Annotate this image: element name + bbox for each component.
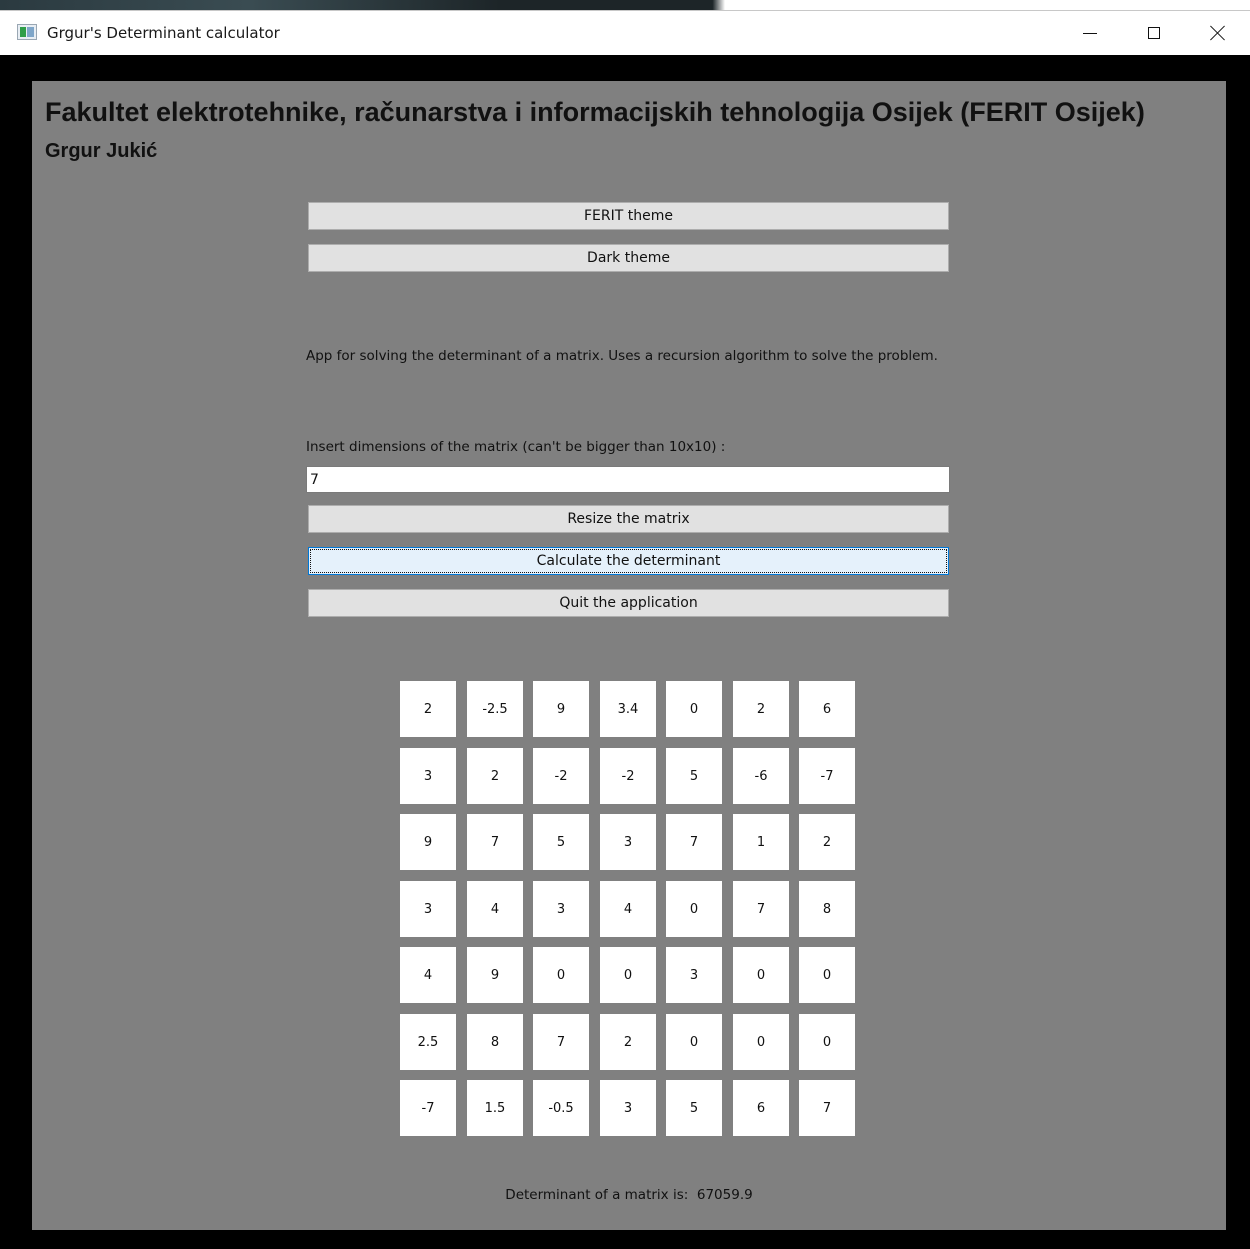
dimensions-input[interactable] [306, 466, 950, 493]
matrix-cell[interactable]: -7 [799, 748, 855, 804]
minimize-button[interactable] [1058, 11, 1122, 55]
matrix-cell[interactable]: 4 [600, 881, 656, 937]
matrix-cell[interactable]: 2 [600, 1014, 656, 1070]
matrix-cell[interactable]: 3 [400, 748, 456, 804]
matrix-cell[interactable]: 7 [733, 881, 789, 937]
result-label: Determinant of a matrix is: [505, 1187, 689, 1203]
matrix-cell[interactable]: 2.5 [400, 1014, 456, 1070]
window-title: Grgur's Determinant calculator [47, 24, 280, 42]
result-value: 67059.9 [696, 1187, 753, 1203]
matrix-cell[interactable]: 3 [400, 881, 456, 937]
maximize-icon [1148, 27, 1160, 39]
matrix-cell[interactable]: 7 [533, 1014, 589, 1070]
maximize-button[interactable] [1122, 11, 1186, 55]
matrix-cell[interactable]: 0 [533, 947, 589, 1003]
matrix-cell[interactable]: 3 [600, 814, 656, 870]
minimize-icon [1083, 32, 1097, 34]
desktop-strip [0, 0, 1250, 10]
matrix-cell[interactable]: 0 [799, 1014, 855, 1070]
matrix-cell[interactable]: 2 [733, 681, 789, 737]
client-area: Fakultet elektrotehnike, računarstva i i… [32, 81, 1226, 1230]
matrix-cell[interactable]: 5 [533, 814, 589, 870]
close-button[interactable] [1186, 11, 1250, 55]
page-title: Fakultet elektrotehnike, računarstva i i… [45, 97, 1145, 127]
matrix-cell[interactable]: -7 [400, 1080, 456, 1136]
matrix-cell[interactable]: 8 [467, 1014, 523, 1070]
matrix-cell[interactable]: 5 [666, 748, 722, 804]
matrix-cell[interactable]: 9 [400, 814, 456, 870]
determinant-result: Determinant of a matrix is: 67059.9 [32, 1186, 1226, 1204]
matrix-cell[interactable]: 3 [666, 947, 722, 1003]
title-bar[interactable]: Grgur's Determinant calculator [0, 10, 1250, 55]
matrix-cell[interactable]: 8 [799, 881, 855, 937]
matrix-cell[interactable]: 7 [467, 814, 523, 870]
matrix-cell[interactable]: 0 [666, 1014, 722, 1070]
resize-matrix-button[interactable]: Resize the matrix [308, 505, 949, 533]
app-icon [17, 24, 37, 40]
matrix-cell[interactable]: 3.4 [600, 681, 656, 737]
matrix-cell[interactable]: -0.5 [533, 1080, 589, 1136]
matrix-cell[interactable]: -2.5 [467, 681, 523, 737]
author-name: Grgur Jukić [45, 140, 158, 162]
matrix-cell[interactable]: 2 [799, 814, 855, 870]
close-icon [1210, 25, 1226, 41]
calculate-determinant-button[interactable]: Calculate the determinant [308, 547, 949, 575]
app-window: Grgur's Determinant calculator Fakultet … [0, 0, 1250, 1249]
matrix-cell[interactable]: 2 [400, 681, 456, 737]
matrix-cell[interactable]: 0 [799, 947, 855, 1003]
matrix-cell[interactable]: 9 [533, 681, 589, 737]
matrix-cell[interactable]: 4 [400, 947, 456, 1003]
matrix-cell[interactable]: 0 [733, 1014, 789, 1070]
dimensions-label: Insert dimensions of the matrix (can't b… [306, 439, 726, 455]
dark-theme-button[interactable]: Dark theme [308, 244, 949, 272]
matrix-cell[interactable]: 0 [733, 947, 789, 1003]
matrix-cell[interactable]: 0 [666, 881, 722, 937]
ferit-theme-button[interactable]: FERIT theme [308, 202, 949, 230]
matrix-cell[interactable]: 9 [467, 947, 523, 1003]
matrix-cell[interactable]: 2 [467, 748, 523, 804]
matrix-cell[interactable]: 7 [799, 1080, 855, 1136]
matrix-cell[interactable]: 0 [666, 681, 722, 737]
matrix-cell[interactable]: -6 [733, 748, 789, 804]
matrix-cell[interactable]: 4 [467, 881, 523, 937]
matrix-cell[interactable]: 3 [600, 1080, 656, 1136]
matrix-cell[interactable]: 7 [666, 814, 722, 870]
matrix-cell[interactable]: 6 [733, 1080, 789, 1136]
matrix-cell[interactable]: 1 [733, 814, 789, 870]
matrix-cell[interactable]: 6 [799, 681, 855, 737]
quit-application-button[interactable]: Quit the application [308, 589, 949, 617]
matrix-cell[interactable]: 1.5 [467, 1080, 523, 1136]
matrix-cell[interactable]: -2 [600, 748, 656, 804]
matrix-cell[interactable]: 5 [666, 1080, 722, 1136]
matrix-cell[interactable]: 0 [600, 947, 656, 1003]
app-description: App for solving the determinant of a mat… [306, 348, 938, 364]
matrix-cell[interactable]: 3 [533, 881, 589, 937]
matrix-cell[interactable]: -2 [533, 748, 589, 804]
